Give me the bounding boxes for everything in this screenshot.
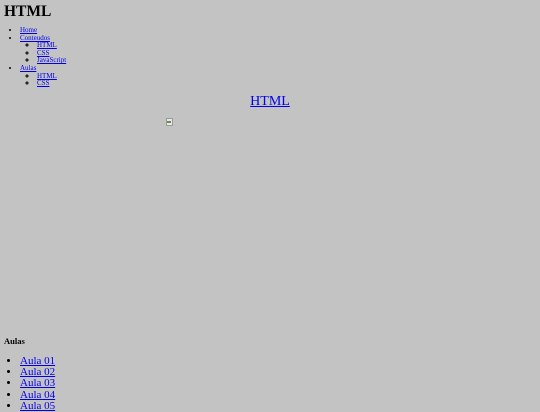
nav-link-conteudos-javascript[interactable]: JavaScript [37,56,66,65]
nav-link-aulas-css[interactable]: CSS [37,79,49,87]
main-nav: Home Conteudos HTML CSS JavaScript Aulas… [0,26,66,88]
aula-01-link[interactable]: Aula 01 [20,355,55,367]
nav-item-conteudos: Conteudos HTML CSS JavaScript [20,34,66,65]
broken-image-icon [166,118,173,126]
main-heading: HTML [0,93,540,111]
aulas-heading: Aulas [4,336,25,346]
aulas-submenu: HTML CSS [20,72,66,88]
aula-03-link[interactable]: Aula 03 [20,377,55,389]
broken-image-glyph [167,121,171,123]
aulas-list: Aula 01 Aula 02 Aula 03 Aula 04 Aula 05 [0,355,55,412]
nav-item-aulas: Aulas HTML CSS [20,64,66,88]
aula-05-link[interactable]: Aula 05 [20,400,55,412]
nav-link-aulas[interactable]: Aulas [20,64,36,72]
main-heading-link[interactable]: HTML [250,94,290,109]
site-title: HTML [4,3,52,20]
aula-04-link[interactable]: Aula 04 [20,389,55,401]
aula-02-link[interactable]: Aula 02 [20,366,55,378]
list-item: Aula 05 [20,400,55,412]
submenu-item: CSS [37,79,66,88]
submenu-item: JavaScript [37,57,66,65]
conteudos-submenu: HTML CSS JavaScript [20,41,66,65]
